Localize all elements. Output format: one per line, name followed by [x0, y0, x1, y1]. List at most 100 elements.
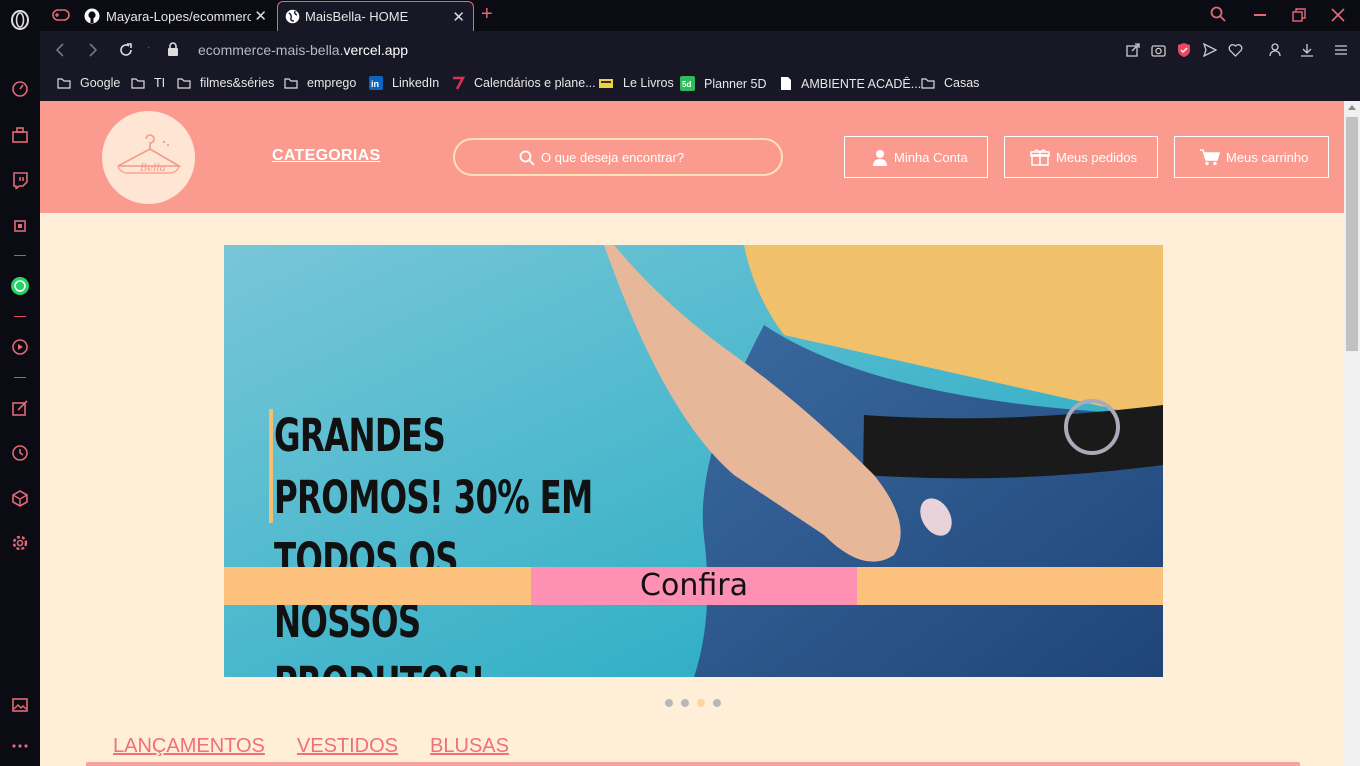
twitch-icon[interactable] [10, 170, 30, 190]
scroll-up-icon[interactable] [1348, 105, 1356, 110]
bookmark-label: AMBIENTE ACADÊ... [801, 76, 922, 91]
github-icon [84, 8, 100, 24]
bookmark-ti[interactable]: TI [131, 76, 165, 90]
snapshot-icon[interactable] [10, 695, 30, 715]
svg-text:Bella: Bella [139, 163, 166, 174]
tab-vestidos[interactable]: VESTIDOS [297, 735, 398, 758]
heart-icon[interactable] [1228, 43, 1243, 62]
user-icon [872, 149, 888, 166]
calendar-app-icon [453, 76, 465, 90]
search-icon [519, 150, 535, 166]
carousel-dot-1[interactable] [665, 699, 673, 707]
bookmark-label: Planner 5D [704, 76, 767, 91]
gamepad-icon[interactable] [51, 5, 71, 25]
bookmark-calendarios[interactable]: Calendários e plane... [451, 76, 596, 90]
workspace-icon[interactable] [10, 125, 30, 145]
tab-title: Mayara-Lopes/ecommerce-mais-bella [106, 8, 251, 24]
extensions-icon[interactable] [10, 488, 30, 508]
folder-icon [284, 78, 298, 89]
promo-accent-bar [269, 409, 273, 523]
bookmark-ambiente[interactable]: AMBIENTE ACADÊ... [780, 76, 921, 91]
send-icon[interactable] [1202, 42, 1218, 62]
bookmark-google[interactable]: Google [57, 76, 120, 90]
bookmark-label: Calendários e plane... [474, 76, 596, 90]
section-border [86, 762, 1300, 766]
gift-box-icon [1030, 148, 1050, 166]
bookmark-label: TI [154, 76, 166, 90]
reload-icon[interactable] [118, 42, 134, 63]
share-icon[interactable] [1126, 43, 1140, 62]
site-logo[interactable]: Bella [102, 111, 195, 204]
new-tab-icon[interactable]: + [481, 3, 493, 26]
url-field[interactable]: ecommerce-mais-bella.vercel.app [198, 42, 408, 58]
bookmark-label: Casas [944, 76, 980, 90]
my-orders-button[interactable]: Meus pedidos [1004, 136, 1158, 178]
sidebar-divider [14, 255, 26, 256]
settings-icon[interactable] [10, 533, 30, 553]
carousel-dot-3[interactable] [697, 699, 705, 707]
my-orders-label: Meus pedidos [1056, 149, 1137, 165]
search-tabs-icon[interactable] [1210, 6, 1226, 27]
whatsapp-icon[interactable] [10, 276, 30, 296]
restore-icon[interactable] [1292, 8, 1306, 27]
opera-logo-icon[interactable] [10, 10, 30, 30]
more-icon[interactable] [10, 736, 30, 756]
tab-title: MaisBella- HOME [305, 9, 409, 24]
folder-icon [921, 78, 935, 89]
my-account-button[interactable]: Minha Conta [844, 136, 988, 178]
player-icon[interactable] [10, 337, 30, 357]
bookmark-casas[interactable]: Casas [921, 76, 979, 90]
svg-text:in: in [371, 79, 379, 89]
back-icon[interactable] [54, 42, 66, 63]
pinboard-icon[interactable] [10, 398, 30, 418]
profile-icon[interactable] [1269, 43, 1281, 62]
confira-button[interactable]: Confira [531, 567, 857, 605]
bookmark-label: LinkedIn [392, 76, 440, 90]
chip-icon[interactable] [10, 216, 30, 236]
address-bar: · ecommerce-mais-bella.vercel.app [40, 31, 1360, 69]
lock-icon[interactable] [167, 42, 179, 62]
search-input[interactable] [541, 149, 741, 165]
browser-sidebar [0, 0, 40, 766]
promo-line-1: GRANDES PROMOS! 30% EM [274, 409, 593, 524]
adblock-shield-icon[interactable] [1177, 42, 1191, 63]
bookmark-label: filmes&séries [200, 76, 275, 90]
bookmark-label: emprego [307, 76, 357, 90]
tab-blusas[interactable]: BLUSAS [430, 735, 509, 758]
my-cart-button[interactable]: Meus carrinho [1174, 136, 1329, 178]
bookmark-lelivros[interactable]: Le Livros [598, 76, 674, 90]
close-tab-icon[interactable]: ✕ [254, 7, 267, 25]
bookmark-filmes[interactable]: filmes&séries [177, 76, 274, 90]
forward-icon[interactable] [87, 42, 99, 63]
bookmark-label: Le Livros [623, 76, 674, 90]
minimize-icon[interactable] [1254, 14, 1266, 16]
history-icon[interactable] [10, 443, 30, 463]
site-header: Bella CATEGORIAS Minha Conta Meus pedido… [40, 101, 1344, 213]
bookmark-planner5d[interactable]: 5d Planner 5D [680, 76, 767, 91]
carousel-dot-2[interactable] [681, 699, 689, 707]
easy-setup-icon[interactable] [1334, 43, 1348, 62]
bookmarks-bar: Google TI filmes&séries emprego in Linke… [40, 69, 1360, 101]
categories-link[interactable]: CATEGORIAS [272, 147, 380, 165]
carousel-dot-4[interactable] [713, 699, 721, 707]
scrollbar[interactable] [1344, 101, 1360, 766]
speed-dial-icon[interactable] [10, 79, 30, 99]
sidebar-divider [14, 377, 26, 378]
folder-icon [177, 78, 191, 89]
download-icon[interactable] [1300, 43, 1314, 62]
search-box[interactable] [453, 138, 783, 176]
tab-lancamentos[interactable]: LANÇAMENTOS [113, 735, 265, 758]
close-window-icon[interactable] [1330, 7, 1346, 28]
tab-github[interactable]: Mayara-Lopes/ecommerce-mais-bella ✕ [77, 1, 275, 31]
bookmark-emprego[interactable]: emprego [284, 76, 356, 90]
carousel-dots [665, 699, 721, 707]
close-tab-icon[interactable]: ✕ [452, 8, 465, 26]
hero-banner[interactable]: GRANDES PROMOS! 30% EM TODOS OS NOSSOS P… [224, 245, 1163, 677]
camera-icon[interactable] [1151, 43, 1166, 62]
my-account-label: Minha Conta [894, 149, 968, 165]
svg-text:5d: 5d [682, 80, 691, 89]
scrollbar-thumb[interactable] [1346, 117, 1358, 351]
linkedin-icon: in [369, 76, 383, 90]
tab-maisbella[interactable]: MaisBella- HOME ✕ [277, 1, 474, 31]
bookmark-linkedin[interactable]: in LinkedIn [369, 76, 439, 90]
